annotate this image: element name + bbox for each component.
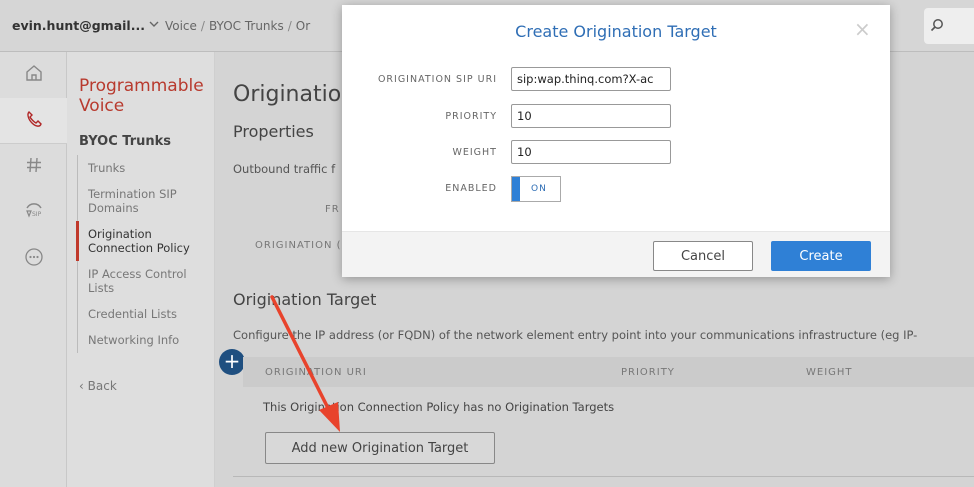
priority-label: PRIORITY: [445, 111, 497, 122]
properties-heading: Properties: [233, 122, 314, 141]
field-row-priority: PRIORITY: [342, 104, 890, 130]
empty-targets-message: This Origination Connection Policy has n…: [263, 400, 615, 414]
more-icon: [24, 247, 44, 271]
back-label: Back: [87, 379, 117, 393]
column-header-uri: ORIGINATION URI: [265, 367, 367, 378]
sidebar-item-termination-sip-domains[interactable]: Termination SIP Domains: [78, 181, 214, 221]
origination-target-description: Configure the IP address (or FQDN) of th…: [233, 328, 918, 342]
sidebar-item-credential-lists[interactable]: Credential Lists: [78, 301, 214, 327]
icon-rail: SIP: [0, 52, 67, 487]
toggle-knob: [512, 177, 520, 201]
account-name[interactable]: evin.hunt@gmail...: [12, 18, 145, 33]
dialog-footer: Cancel Create: [342, 231, 890, 277]
uri-label: ORIGINATION SIP URI: [377, 74, 497, 85]
sidebar: Programmable Voice BYOC Trunks Trunks Te…: [67, 52, 215, 487]
rail-more[interactable]: [0, 236, 67, 282]
close-icon[interactable]: ×: [854, 19, 871, 39]
rail-home[interactable]: [0, 52, 67, 98]
priority-input[interactable]: [511, 104, 671, 128]
back-link[interactable]: ‹ Back: [67, 353, 214, 419]
field-row-weight: WEIGHT: [342, 140, 890, 166]
breadcrumb-voice[interactable]: Voice: [165, 19, 197, 33]
sidebar-item-trunks[interactable]: Trunks: [78, 155, 214, 181]
field-row-enabled: ENABLED ON: [342, 176, 890, 202]
hash-icon: [24, 155, 44, 179]
search-box[interactable]: [924, 8, 974, 44]
outbound-text: Outbound traffic f: [233, 162, 336, 176]
toggle-state: ON: [531, 184, 547, 194]
home-icon: [24, 63, 44, 87]
divider: [233, 476, 974, 477]
column-header-weight: WEIGHT: [806, 367, 853, 378]
plus-icon: +: [223, 349, 241, 373]
breadcrumb-current[interactable]: Or: [296, 19, 310, 33]
sip-icon: SIP: [23, 200, 45, 226]
cancel-button[interactable]: Cancel: [653, 241, 753, 271]
origination-target-heading: Origination Target: [233, 290, 377, 309]
search-icon: [930, 18, 944, 35]
phone-icon: [24, 109, 44, 133]
breadcrumb-separator: /: [287, 18, 292, 33]
sidebar-title[interactable]: Programmable Voice: [67, 52, 214, 116]
add-target-plus-button[interactable]: +: [219, 349, 245, 375]
sidebar-section-title[interactable]: BYOC Trunks: [67, 116, 214, 155]
rail-numbers[interactable]: [0, 144, 67, 190]
targets-table-header: ORIGINATION URI PRIORITY WEIGHT: [243, 357, 974, 387]
add-origination-target-button[interactable]: Add new Origination Target: [265, 432, 495, 464]
chevron-left-icon: ‹: [79, 379, 84, 393]
create-button[interactable]: Create: [771, 241, 871, 271]
dialog-title: Create Origination Target: [515, 22, 717, 41]
weight-label: WEIGHT: [452, 147, 497, 158]
column-header-priority: PRIORITY: [621, 367, 675, 378]
enabled-label: ENABLED: [445, 183, 497, 194]
chevron-down-icon[interactable]: [149, 20, 159, 31]
create-origination-target-dialog: Create Origination Target × ORIGINATION …: [342, 5, 890, 277]
origination-sip-uri-input[interactable]: [511, 67, 671, 91]
rail-sip[interactable]: SIP: [0, 190, 67, 236]
svg-text:SIP: SIP: [32, 211, 42, 218]
sidebar-item-ip-access-control-lists[interactable]: IP Access Control Lists: [78, 261, 214, 301]
breadcrumb-separator: /: [200, 18, 205, 33]
field-row-uri: ORIGINATION SIP URI: [342, 67, 890, 93]
enabled-toggle[interactable]: ON: [511, 176, 561, 202]
property-label-origination: ORIGINATION (: [255, 240, 342, 251]
sidebar-item-networking-info[interactable]: Networking Info: [78, 327, 214, 353]
sidebar-item-origination-connection-policy[interactable]: Origination Connection Policy: [76, 221, 214, 261]
breadcrumb-byoc-trunks[interactable]: BYOC Trunks: [209, 19, 284, 33]
sidebar-nav-list: Trunks Termination SIP Domains Originati…: [76, 155, 214, 353]
rail-voice[interactable]: [0, 98, 67, 144]
property-label-fr: FR: [325, 204, 340, 215]
page-title: Originatio: [233, 82, 342, 107]
weight-input[interactable]: [511, 140, 671, 164]
